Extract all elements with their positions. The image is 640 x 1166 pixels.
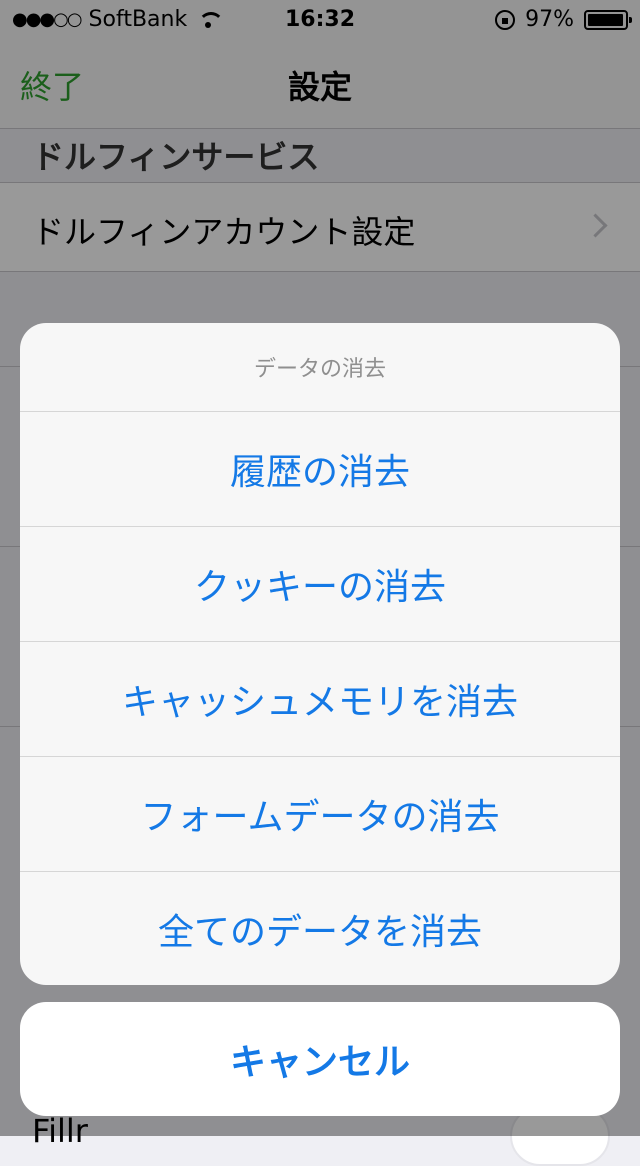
clear-history-button[interactable]: 履歴の消去	[20, 412, 620, 527]
clear-cache-button[interactable]: キャッシュメモリを消去	[20, 642, 620, 757]
cancel-button[interactable]: キャンセル	[20, 1002, 620, 1116]
clear-all-data-button[interactable]: 全てのデータを消去	[20, 872, 620, 985]
clear-cookies-button[interactable]: クッキーの消去	[20, 527, 620, 642]
clear-form-data-button[interactable]: フォームデータの消去	[20, 757, 620, 872]
action-sheet: データの消去 履歴の消去 クッキーの消去 キャッシュメモリを消去 フォームデータ…	[20, 323, 620, 985]
action-sheet-title: データの消去	[20, 323, 620, 412]
